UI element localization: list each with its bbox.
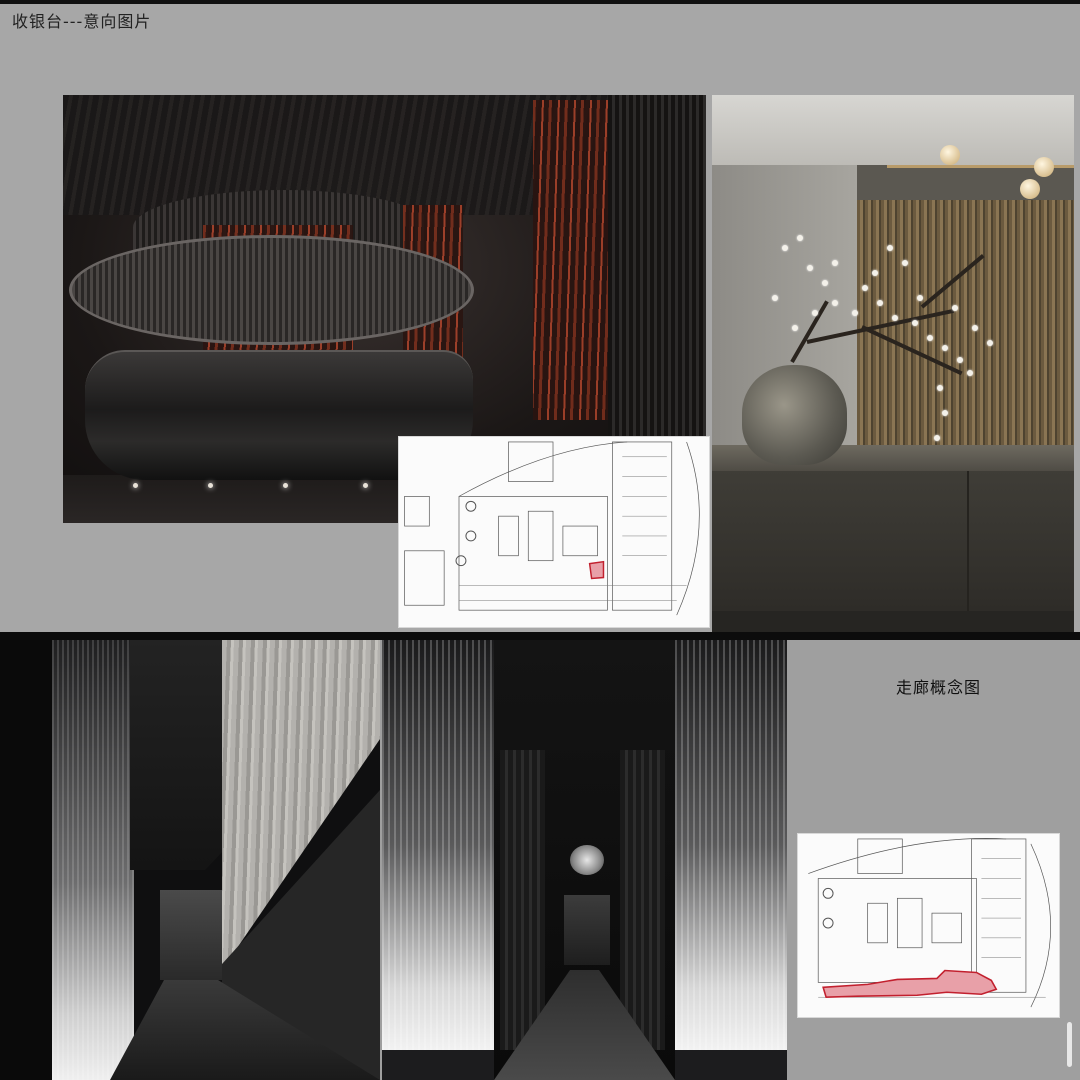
corridor-end bbox=[160, 890, 222, 980]
floor-light bbox=[133, 483, 138, 488]
blossom bbox=[872, 270, 878, 276]
blossom bbox=[797, 235, 803, 241]
dark-post bbox=[0, 640, 52, 1080]
corridor-caption: 走廊概念图 bbox=[896, 678, 982, 697]
floor-light bbox=[283, 483, 288, 488]
blossom bbox=[832, 300, 838, 306]
page-title: 收银台---意向图片 bbox=[12, 12, 152, 31]
chandelier bbox=[570, 845, 604, 875]
pendant-globe bbox=[1020, 179, 1040, 199]
bamboo-right bbox=[533, 100, 613, 420]
blossom bbox=[832, 260, 838, 266]
end-doorway bbox=[564, 895, 610, 965]
blossom bbox=[912, 320, 918, 326]
floor-plan-corridor bbox=[797, 833, 1060, 1018]
section-divider bbox=[0, 632, 1080, 640]
blossom bbox=[877, 300, 883, 306]
waterfall-wall bbox=[52, 640, 134, 1080]
slat-wall-right bbox=[620, 750, 665, 1050]
ceramic-vase bbox=[742, 365, 847, 465]
blossom bbox=[862, 285, 868, 291]
blossom bbox=[807, 265, 813, 271]
blossom bbox=[892, 315, 898, 321]
blossom bbox=[942, 410, 948, 416]
floor-light bbox=[363, 483, 368, 488]
pendant-globe bbox=[940, 145, 960, 165]
blossom bbox=[987, 340, 993, 346]
cashier-highlight bbox=[588, 560, 605, 580]
scroll-indicator[interactable] bbox=[1067, 1022, 1072, 1067]
blossom bbox=[887, 245, 893, 251]
blossom bbox=[852, 310, 858, 316]
blossom bbox=[902, 260, 908, 266]
floor-plan-drawing bbox=[808, 838, 1052, 1008]
waterfall-base bbox=[382, 1050, 494, 1080]
blossom bbox=[822, 280, 828, 286]
blossom bbox=[917, 295, 923, 301]
counter-front bbox=[712, 471, 1074, 611]
ceiling bbox=[712, 95, 1074, 165]
canopy-ring bbox=[69, 235, 474, 345]
blossom bbox=[772, 295, 778, 301]
waterfall-panel-left bbox=[382, 640, 494, 1050]
waterfall-base bbox=[675, 1050, 787, 1080]
floor-light bbox=[208, 483, 213, 488]
blossom bbox=[812, 310, 818, 316]
floor-plan-drawing bbox=[404, 441, 700, 616]
pendant-globe bbox=[1034, 157, 1054, 177]
blossom bbox=[957, 357, 963, 363]
slat-wall-left bbox=[500, 750, 545, 1050]
floor-plan-cashier bbox=[398, 436, 710, 628]
waterfall-corridor-photo bbox=[0, 640, 380, 1080]
blossom bbox=[937, 385, 943, 391]
dark-corridor-photo bbox=[382, 640, 787, 1080]
slatted-wall bbox=[857, 200, 1074, 455]
corridor-highlight bbox=[822, 969, 998, 999]
plum-blossom-vase-photo bbox=[712, 95, 1074, 635]
blossom bbox=[792, 325, 798, 331]
blossom bbox=[967, 370, 973, 376]
blossom bbox=[952, 305, 958, 311]
blossom bbox=[942, 345, 948, 351]
blossom bbox=[927, 335, 933, 341]
blossom bbox=[782, 245, 788, 251]
waterfall-panel-right bbox=[675, 640, 787, 1050]
blossom bbox=[972, 325, 978, 331]
blossom bbox=[934, 435, 940, 441]
